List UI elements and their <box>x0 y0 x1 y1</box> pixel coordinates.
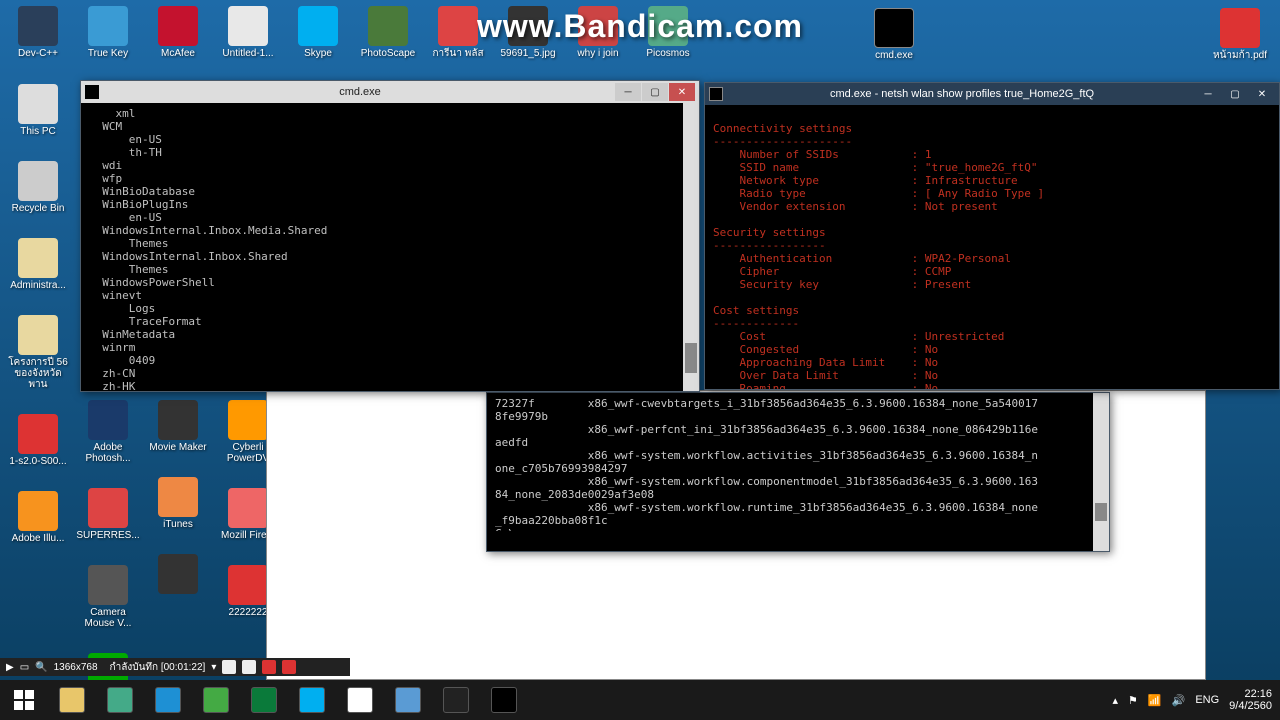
rec-status: กำลังบันทึก [00:01:22] <box>110 660 206 675</box>
desktop-icon[interactable]: Movie Maker <box>144 398 212 455</box>
minimize-button[interactable]: ─ <box>1195 85 1221 103</box>
cmd-window-3[interactable]: 72327f x86_wwf-cwevbtargets_i_31bf3856ad… <box>486 392 1110 552</box>
rec-indicator-icon: ▶ <box>6 662 14 673</box>
taskbar-item-explorer[interactable] <box>48 680 96 720</box>
scrollbar[interactable] <box>1093 393 1109 551</box>
rec-screen-icon: ▭ <box>20 662 29 673</box>
scrollbar[interactable] <box>683 103 699 391</box>
rec-resolution: 1366x768 <box>54 662 98 673</box>
terminal-body-1: xml WCM en-US th-TH wdi wfp WinBioDataba… <box>81 103 699 391</box>
desktop: www.Bandicam.com Dev-C++True KeyMcAfeeUn… <box>0 0 1280 720</box>
desktop-icon[interactable]: This PC <box>4 82 72 139</box>
desktop-icons-left: This PC Recycle Bin Administra... โครงการปี… <box>4 82 72 546</box>
taskbar-item-windows-store[interactable] <box>240 680 288 720</box>
taskbar-item-store[interactable] <box>192 680 240 720</box>
cmd-window-2[interactable]: cmd.exe - netsh wlan show profiles true_… <box>704 82 1280 390</box>
rec-record-button[interactable] <box>262 660 276 674</box>
rec-pen-button[interactable] <box>242 660 256 674</box>
cmd-icon <box>709 87 723 101</box>
desktop-icon-cmd[interactable]: cmd.exe <box>860 6 928 63</box>
tray-volume-icon[interactable]: 🔊 <box>1172 694 1186 707</box>
bandicam-watermark: www.Bandicam.com <box>477 8 803 45</box>
desktop-icons-left3: Movie Maker iTunes <box>144 398 212 598</box>
desktop-icon[interactable]: iTunes <box>144 475 212 532</box>
desktop-icon[interactable]: Administra... <box>4 236 72 293</box>
tray-up-icon[interactable]: ▴ <box>1113 694 1119 707</box>
desktop-icon[interactable]: SUPERRES... <box>74 486 142 543</box>
titlebar-2[interactable]: cmd.exe - netsh wlan show profiles true_… <box>705 83 1279 105</box>
desktop-icon[interactable] <box>144 552 212 598</box>
desktop-icon[interactable]: 1-s2.0-S00... <box>4 412 72 469</box>
desktop-icon[interactable]: หน้ามก้า.pdf <box>1206 6 1274 63</box>
titlebar-1[interactable]: cmd.exe ─ ▢ ✕ <box>81 81 699 103</box>
windows-logo-icon <box>14 690 34 710</box>
maximize-button[interactable]: ▢ <box>642 83 668 101</box>
bandicam-rec-bar[interactable]: ▶ ▭ 🔍 1366x768 กำลังบันทึก [00:01:22] ▾ <box>0 658 350 676</box>
desktop-icon[interactable]: โครงการปี 56 ของจังหวัดพาน <box>4 313 72 392</box>
taskbar-item-bandicam[interactable] <box>432 680 480 720</box>
desktop-icon[interactable]: Untitled-1... <box>214 4 282 80</box>
desktop-icon[interactable]: True Key <box>74 4 142 80</box>
rec-stop-button[interactable] <box>282 660 296 674</box>
desktop-icon[interactable]: Adobe Photosh... <box>74 398 142 466</box>
rec-camera-button[interactable] <box>222 660 236 674</box>
maximize-button[interactable]: ▢ <box>1222 85 1248 103</box>
system-tray[interactable]: ▴ ⚑ 📶 🔊 ENG 22:16 9/4/2560 <box>1113 688 1280 712</box>
taskbar: ▴ ⚑ 📶 🔊 ENG 22:16 9/4/2560 <box>0 680 1280 720</box>
taskbar-item-ie[interactable] <box>144 680 192 720</box>
taskbar-item-notepad[interactable] <box>384 680 432 720</box>
tray-flag-icon[interactable]: ⚑ <box>1128 694 1138 707</box>
taskbar-item-cmd[interactable] <box>480 680 528 720</box>
tray-time[interactable]: 22:16 <box>1229 688 1272 700</box>
tray-lang[interactable]: ENG <box>1195 694 1219 706</box>
desktop-icon[interactable]: McAfee <box>144 4 212 80</box>
window-title-2: cmd.exe - netsh wlan show profiles true_… <box>729 88 1195 100</box>
taskbar-item-skype[interactable] <box>288 680 336 720</box>
minimize-button[interactable]: ─ <box>615 83 641 101</box>
close-button[interactable]: ✕ <box>1249 85 1275 103</box>
desktop-icon[interactable]: PhotoScape <box>354 4 422 80</box>
desktop-icon[interactable]: Dev-C++ <box>4 4 72 80</box>
taskbar-item-start-menu[interactable] <box>96 680 144 720</box>
terminal-body-2: Connectivity settings ------------------… <box>705 105 1279 389</box>
taskbar-item-chrome[interactable] <box>336 680 384 720</box>
desktop-icon[interactable]: Recycle Bin <box>4 159 72 216</box>
cmd-window-1[interactable]: cmd.exe ─ ▢ ✕ xml WCM en-US th-TH wdi wf… <box>80 80 700 392</box>
cmd-icon <box>85 85 99 99</box>
close-button[interactable]: ✕ <box>669 83 695 101</box>
desktop-icon[interactable]: Camera Mouse V... <box>74 563 142 631</box>
tray-date[interactable]: 9/4/2560 <box>1229 700 1272 712</box>
terminal-body-3: 72327f x86_wwf-cwevbtargets_i_31bf3856ad… <box>487 393 1109 531</box>
desktop-icon[interactable]: Skype <box>284 4 352 80</box>
window-title-1: cmd.exe <box>105 86 615 98</box>
start-button[interactable] <box>0 680 48 720</box>
desktop-icon[interactable]: Adobe Illu... <box>4 489 72 546</box>
tray-network-icon[interactable]: 📶 <box>1148 694 1162 707</box>
rec-dropdown-icon[interactable]: ▾ <box>211 662 216 673</box>
rec-magnify-icon: 🔍 <box>35 662 47 673</box>
